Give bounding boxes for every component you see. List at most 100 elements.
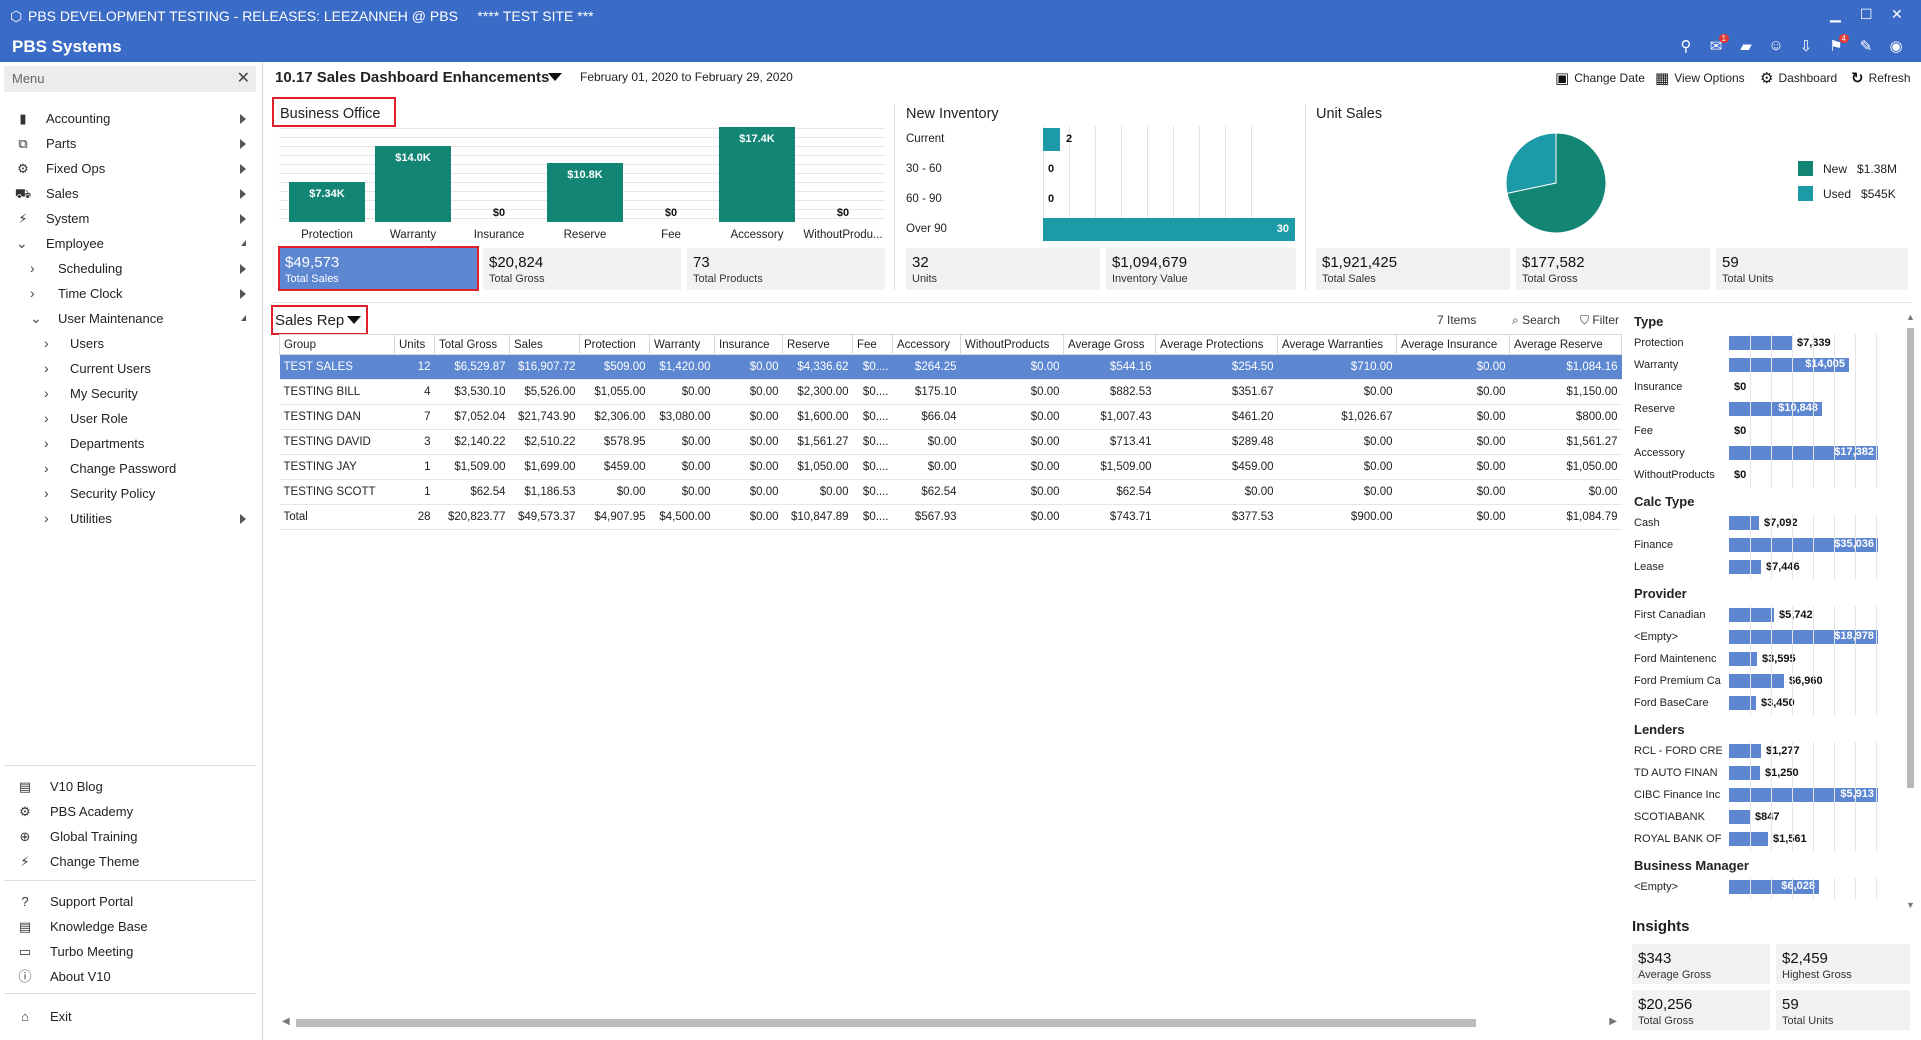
menu-item-change-password[interactable]: › Change Password <box>0 456 262 481</box>
column-header[interactable]: WithoutProducts <box>960 334 1064 355</box>
breakdown-bar[interactable] <box>1729 652 1757 666</box>
pie-slice-used[interactable] <box>1505 132 1557 194</box>
users-icon[interactable]: ☺ <box>1765 37 1787 57</box>
link-support-portal[interactable]: ? Support Portal <box>0 889 262 914</box>
menu-item-time-clock[interactable]: › Time Clock <box>0 281 262 306</box>
vertical-scrollbar[interactable]: ▲ ▼ <box>1904 312 1916 910</box>
column-header[interactable]: Average Reserve <box>1509 334 1622 355</box>
search-button[interactable]: ⌕ Search <box>1512 313 1560 328</box>
view-options-button[interactable]: ▦ View Options <box>1655 69 1745 87</box>
table-row[interactable]: TEST SALES 12 $6,529.87 $16,907.72 $509.00 $1… <box>279 354 1622 380</box>
menu-item-departments[interactable]: › Departments <box>0 431 262 456</box>
filter-button[interactable]: ⛉ Filter <box>1580 313 1619 328</box>
stat-total-gross[interactable]: $20,824 Total Gross <box>483 248 681 290</box>
breakdown-bar[interactable] <box>1729 674 1784 688</box>
breakdown-bar[interactable]: $10,848 <box>1729 402 1822 416</box>
link-change-theme[interactable]: ⚡ Change Theme <box>0 849 262 874</box>
breakdown-bar[interactable] <box>1729 766 1760 780</box>
column-header[interactable]: Units <box>394 334 435 355</box>
stat-units[interactable]: 32 Units <box>906 248 1100 290</box>
menu-item-users[interactable]: › Users <box>0 331 262 356</box>
column-header[interactable]: Group <box>279 334 395 355</box>
menu-item-system[interactable]: ⚡ System <box>0 206 262 231</box>
table-row[interactable]: Total 28 $20,823.77 $49,573.37 $4,907.95 $4,5… <box>279 504 1622 530</box>
change-date-button[interactable]: ▣ Change Date <box>1555 69 1645 87</box>
exit-button[interactable]: ⌂ Exit <box>0 1004 262 1029</box>
inventory-bar-3[interactable]: 30 <box>1043 218 1295 241</box>
column-header[interactable]: Average Gross <box>1063 334 1156 355</box>
column-header[interactable]: Average Warranties <box>1277 334 1397 355</box>
bar-5[interactable]: $17.4K <box>719 127 795 222</box>
refresh-button[interactable]: ↻ Refresh <box>1851 69 1911 87</box>
bar-1[interactable]: $14.0K <box>375 146 451 222</box>
stat-unit-total-units[interactable]: 59 Total Units <box>1716 248 1908 290</box>
pin-icon[interactable]: ✎ <box>1855 37 1877 57</box>
close-menu-icon[interactable]: ✕ <box>237 68 250 88</box>
table-row[interactable]: TESTING DAN 7 $7,052.04 $21,743.90 $2,306.00… <box>279 404 1622 430</box>
dashboard-dropdown-icon[interactable] <box>548 73 562 81</box>
column-header[interactable]: Average Insurance <box>1396 334 1510 355</box>
column-header[interactable]: Reserve <box>782 334 853 355</box>
stat-unit-total-sales[interactable]: $1,921,425 Total Sales <box>1316 248 1510 290</box>
menu-item-utilities[interactable]: › Utilities <box>0 506 262 531</box>
menu-item-user-role[interactable]: › User Role <box>0 406 262 431</box>
menu-item-current-users[interactable]: › Current Users <box>0 356 262 381</box>
download-icon[interactable]: ⇩ <box>1795 37 1817 57</box>
link-knowledge-base[interactable]: ▤ Knowledge Base <box>0 914 262 939</box>
breakdown-bar[interactable] <box>1729 696 1756 710</box>
column-header[interactable]: Total Gross <box>434 334 510 355</box>
insight-average-gross[interactable]: $343 Average Gross <box>1632 944 1770 984</box>
breakdown-bar[interactable] <box>1729 560 1761 574</box>
link-global-training[interactable]: ⊕ Global Training <box>0 824 262 849</box>
menu-item-sales[interactable]: ⛟ Sales <box>0 181 262 206</box>
column-header[interactable]: Fee <box>852 334 893 355</box>
breakdown-bar[interactable] <box>1729 810 1750 824</box>
breakdown-bar[interactable] <box>1729 516 1759 530</box>
insight-total-gross[interactable]: $20,256 Total Gross <box>1632 990 1770 1030</box>
breakdown-bar[interactable]: $6,028 <box>1729 880 1819 894</box>
sales-rep-title[interactable]: Sales Rep <box>275 312 344 329</box>
minimize-icon[interactable]: ▁ <box>1830 6 1841 23</box>
mail-icon[interactable]: ✉ 1 <box>1705 34 1729 57</box>
column-header[interactable]: Sales <box>509 334 580 355</box>
flag-icon[interactable]: ⚑ 4 <box>1825 34 1849 57</box>
column-header[interactable]: Average Protections <box>1155 334 1278 355</box>
link-turbo-meeting[interactable]: ▭ Turbo Meeting <box>0 939 262 964</box>
breakdown-bar[interactable] <box>1729 744 1761 758</box>
stat-unit-total-gross[interactable]: $177,582 Total Gross <box>1516 248 1710 290</box>
bar-0[interactable]: $7.34K <box>289 182 365 222</box>
column-header[interactable]: Insurance <box>714 334 783 355</box>
dashboard-title[interactable]: 10.17 Sales Dashboard Enhancements <box>275 69 549 86</box>
search-icon[interactable]: ⚲ <box>1675 37 1697 57</box>
link-v10-blog[interactable]: ▤ V10 Blog <box>0 774 262 799</box>
menu-item-accounting[interactable]: ▮ Accounting <box>0 106 262 131</box>
table-row[interactable]: TESTING DAVID 3 $2,140.22 $2,510.22 $578.95 $… <box>279 429 1622 455</box>
horizontal-scrollbar[interactable]: ◀ ▶ <box>282 1016 1617 1028</box>
maximize-icon[interactable]: ☐ <box>1860 6 1873 23</box>
link-pbs-academy[interactable]: ⚙ PBS Academy <box>0 799 262 824</box>
eye-icon[interactable]: ◉ <box>1885 37 1907 57</box>
stat-inventory-value[interactable]: $1,094,679 Inventory Value <box>1106 248 1296 290</box>
inventory-bar-0[interactable]: 2 <box>1043 128 1072 151</box>
breakdown-bar[interactable] <box>1729 336 1792 350</box>
table-row[interactable]: TESTING BILL 4 $3,530.10 $5,526.00 $1,055.00… <box>279 379 1622 405</box>
breakdown-bar[interactable] <box>1729 832 1768 846</box>
bar-3[interactable]: $10.8K <box>547 163 623 222</box>
column-header[interactable]: Accessory <box>892 334 961 355</box>
menu-item-fixed-ops[interactable]: ⚙ Fixed Ops <box>0 156 262 181</box>
insight-highest-gross[interactable]: $2,459 Highest Gross <box>1776 944 1910 984</box>
table-row[interactable]: TESTING JAY 1 $1,509.00 $1,699.00 $459.00 $0.… <box>279 454 1622 480</box>
sales-rep-dropdown-icon[interactable] <box>347 316 361 324</box>
link-about-v10[interactable]: ⓘ About V10 <box>0 964 262 989</box>
column-header[interactable]: Warranty <box>649 334 715 355</box>
breakdown-bar[interactable]: $14,005 <box>1729 358 1849 372</box>
menu-item-parts[interactable]: ⧉ Parts <box>0 131 262 156</box>
insight-total-units[interactable]: 59 Total Units <box>1776 990 1910 1030</box>
table-row[interactable]: TESTING SCOTT 1 $62.54 $1,186.53 $0.00 $0.00 $… <box>279 479 1622 505</box>
chat-icon[interactable]: ▰ <box>1735 37 1757 57</box>
v-scroll-thumb[interactable] <box>1907 328 1914 788</box>
dashboard-button[interactable]: ⚙ Dashboard <box>1760 69 1837 87</box>
menu-item-my-security[interactable]: › My Security <box>0 381 262 406</box>
menu-item-employee[interactable]: ⌄ Employee <box>0 231 262 256</box>
close-window-icon[interactable]: ✕ <box>1891 6 1903 23</box>
